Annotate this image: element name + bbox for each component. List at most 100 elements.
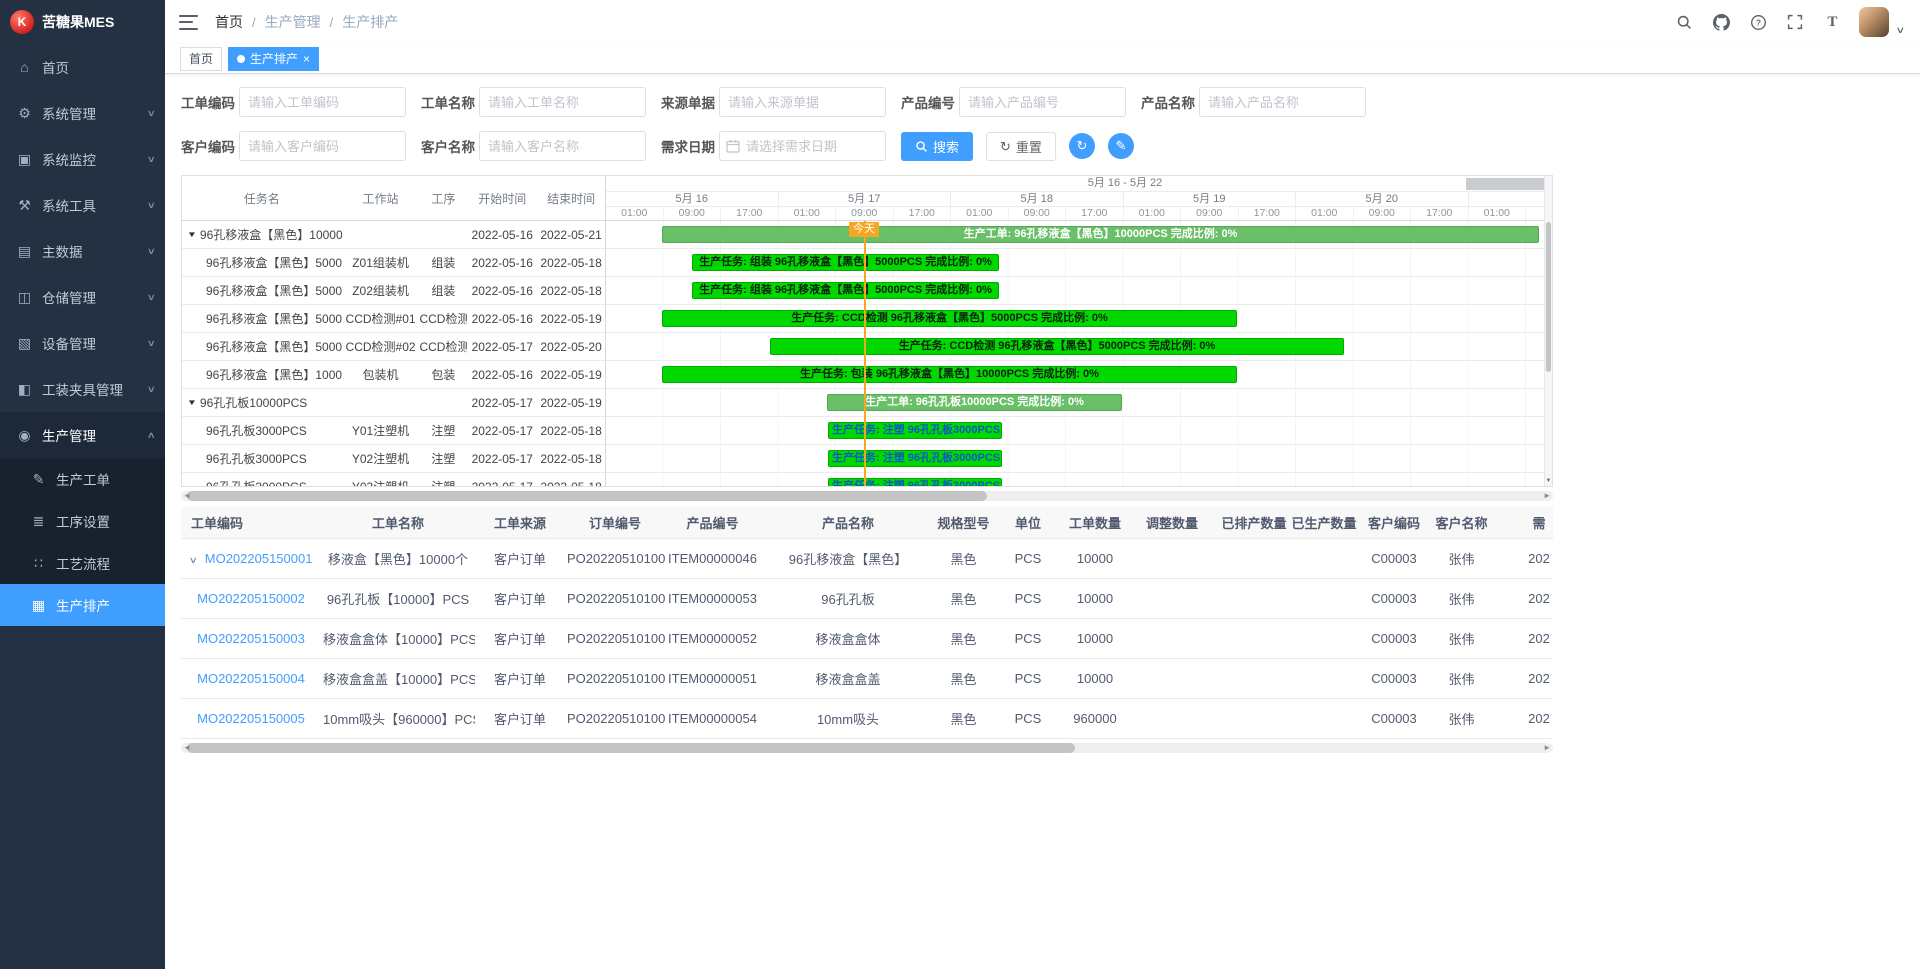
sidebar-subitem[interactable]: ≣ 工序设置 [0,500,165,542]
order-link[interactable]: MO202205150001 [205,551,313,566]
tab-close-icon[interactable]: × [303,53,310,65]
gantt-grid-row[interactable]: 96孔移液盒【黑色】5000PCS Z01组装机 组装 2022-05-16 2… [182,249,606,276]
gantt-bar[interactable]: 生产任务: 注塑 96孔孔板3000PCS 完成比例: 0% [828,422,1002,439]
scroll-right-arrow[interactable]: ► [1543,491,1551,501]
gantt-bar[interactable]: 生产任务: CCD检测 96孔移液盒【黑色】5000PCS 完成比例: 0% [770,338,1344,355]
tree-expand-icon[interactable]: ▼ [187,230,197,239]
gantt-bar[interactable]: 生产任务: 注塑 96孔孔板3000PCS 完成比例: 0% [828,478,1002,486]
breadcrumb-label[interactable]: 生产管理 [265,12,321,32]
table-row[interactable]: MO202205150004 移液盒盒盖【10000】PCS 客户订单 PO20… [181,658,1553,698]
scroll-right-arrow[interactable]: ► [1543,743,1551,753]
filter-input[interactable] [239,87,406,117]
gantt-timeline-row: 生产任务: CCD检测 96孔移液盒【黑色】5000PCS 完成比例: 0% [606,333,1544,360]
menu-icon: ⚙ [16,105,33,122]
sidebar-submenu: ✎ 生产工单 ≣ 工序设置 ∷ 工艺流程 ▦ 生产排产 [0,458,165,626]
order-link[interactable]: MO202205150004 [197,671,305,686]
fullscreen-icon[interactable] [1785,12,1805,32]
sidebar-item[interactable]: ◉ 生产管理 ∧ [0,412,165,458]
table-row[interactable]: MO202205150002 96孔孔板【10000】PCS 客户订单 PO20… [181,578,1553,618]
sidebar-item[interactable]: ⚙ 系统管理 ∨ [0,90,165,136]
sidebar-item[interactable]: ◫ 仓储管理 ∨ [0,274,165,320]
sidebar-item[interactable]: ⌂ 首页 [0,44,165,90]
gantt-bar[interactable]: 生产任务: 组装 96孔移液盒【黑色】5000PCS 完成比例: 0% [692,282,999,299]
table-row[interactable]: MO202205150003 移液盒盒体【10000】PCS 客户订单 PO20… [181,618,1553,658]
sidebar-item[interactable]: ▣ 系统监控 ∨ [0,136,165,182]
sidebar-item[interactable]: ▧ 设备管理 ∨ [0,320,165,366]
gantt-bar[interactable]: 生产工单: 96孔移液盒【黑色】10000PCS 完成比例: 0% [662,226,1539,243]
gantt-bar[interactable]: 生产工单: 96孔孔板10000PCS 完成比例: 0% [827,394,1122,411]
gantt-grid-row[interactable]: 96孔移液盒【黑色】5000PCS CCD检测#01 CCD检测 2022-05… [182,305,606,332]
product-name-cell: 96孔移液盒【黑色】 [760,538,936,578]
filter-input[interactable] [239,131,406,161]
gantt-grid-row[interactable]: 96孔移液盒【黑色】5000PCS Z02组装机 组装 2022-05-16 2… [182,277,606,304]
row-expand-icon[interactable]: ∨ [188,555,197,566]
tab[interactable]: 首页 [180,47,222,71]
sidebar-item[interactable]: ⚒ 系统工具 ∨ [0,182,165,228]
scrollbar-thumb[interactable] [187,491,987,501]
breadcrumb-label[interactable]: 生产排产 [342,12,398,32]
column-header: 已排产数量 [1219,507,1289,538]
gantt-grid-row[interactable]: 96孔孔板3000PCS Y01注塑机 注塑 2022-05-17 2022-0… [182,417,606,444]
gantt-grid-row[interactable]: 96孔移液盒【黑色】5000PCS CCD检测#02 CCD检测 2022-05… [182,333,606,360]
scroll-left-arrow[interactable]: ◄ [183,743,191,753]
search-icon[interactable] [1674,12,1694,32]
filter-input[interactable] [479,87,646,117]
filter-input[interactable] [719,131,886,161]
gantt-grid-row[interactable]: 96孔孔板3000PCS Y03注塑机 注塑 2022-05-17 2022-0… [182,473,606,486]
sidebar-subitem[interactable]: ∷ 工艺流程 [0,542,165,584]
scrollbar-thumb[interactable] [1546,222,1551,372]
scroll-left-arrow[interactable]: ◄ [183,491,191,501]
table-horizontal-scrollbar[interactable]: ◄ ► [181,743,1553,753]
order-link[interactable]: MO202205150002 [197,591,305,606]
order-link[interactable]: MO202205150003 [197,631,305,646]
menu-label: 系统管理 [42,103,96,123]
help-icon[interactable]: ? [1748,12,1768,32]
breadcrumb-label[interactable]: 首页 [215,12,243,32]
gantt-timeline-row: 生产工单: 96孔孔板10000PCS 完成比例: 0% [606,389,1544,416]
search-button[interactable]: 搜索 [901,132,973,161]
today-line [864,221,866,486]
filter-input[interactable] [1199,87,1366,117]
tab[interactable]: 生产排产 × [228,47,319,71]
avatar-caret-icon[interactable]: ∨ [1896,25,1906,36]
reset-button[interactable]: ↻ 重置 [986,132,1056,161]
filter-input[interactable] [719,87,886,117]
table-row[interactable]: ∨ MO202205150001 移液盒【黑色】10000个 客户订单 PO20… [181,538,1553,578]
sidebar-item[interactable]: ▤ 主数据 ∨ [0,228,165,274]
scroll-down-arrow[interactable]: ▼ [1545,478,1552,484]
font-size-icon[interactable]: T [1822,12,1842,32]
gantt-bar[interactable]: 生产任务: 注塑 96孔孔板3000PCS 完成比例: 0% [828,450,1002,467]
gantt-bar[interactable]: 生产任务: CCD检测 96孔移液盒【黑色】5000PCS 完成比例: 0% [662,310,1237,327]
sidebar-item[interactable]: ◧ 工装夹具管理 ∨ [0,366,165,412]
table-row[interactable]: MO202205150005 10mm吸头【960000】PCS 客户订单 PO… [181,698,1553,738]
task-name-cell: 96孔移液盒【黑色】10000PCS [182,366,342,383]
tree-expand-icon[interactable]: ▼ [187,398,197,407]
github-icon[interactable] [1711,12,1731,32]
gantt-scroll-block[interactable] [1466,178,1544,190]
order-link[interactable]: MO202205150005 [197,711,305,726]
sidebar-subitem[interactable]: ▦ 生产排产 [0,584,165,626]
gantt-grid-row[interactable]: ▼ 96孔孔板10000PCS 2022-05-17 2022-05-19 [182,389,606,416]
refresh-circle-button[interactable]: ↻ [1069,133,1095,159]
sidebar-subitem[interactable]: ✎ 生产工单 [0,458,165,500]
task-name: 96孔移液盒【黑色】5000PCS [206,254,342,271]
edit-circle-button[interactable]: ✎ [1108,133,1134,159]
sidebar-toggle-icon[interactable] [179,15,198,30]
user-avatar[interactable] [1859,7,1889,37]
gantt-horizontal-scrollbar[interactable]: ◄ ► [181,491,1553,501]
filter-field: 产品编号 [901,87,1126,117]
gantt-bar[interactable]: 生产任务: 包装 96孔移液盒【黑色】10000PCS 完成比例: 0% [662,366,1237,383]
product-code-cell: ITEM00000052 [665,618,760,658]
menu-icon: ⚒ [16,197,33,214]
gantt-grid-row[interactable]: 96孔移液盒【黑色】10000PCS 包装机 包装 2022-05-16 202… [182,361,606,388]
gantt-vertical-scrollbar[interactable]: ▼ [1544,176,1552,486]
gantt-grid-row[interactable]: ▼ 96孔移液盒【黑色】10000PCS 2022-05-16 2022-05-… [182,221,606,248]
filter-input[interactable] [959,87,1126,117]
active-dot-icon [237,55,245,63]
gantt-bar[interactable]: 生产任务: 组装 96孔移液盒【黑色】5000PCS 完成比例: 0% [692,254,999,271]
chevron-icon: ∨ [147,200,156,211]
gantt-grid-row[interactable]: 96孔孔板3000PCS Y02注塑机 注塑 2022-05-17 2022-0… [182,445,606,472]
scrollbar-thumb[interactable] [187,743,1075,753]
filter-input-wrap [479,87,646,117]
filter-input[interactable] [479,131,646,161]
